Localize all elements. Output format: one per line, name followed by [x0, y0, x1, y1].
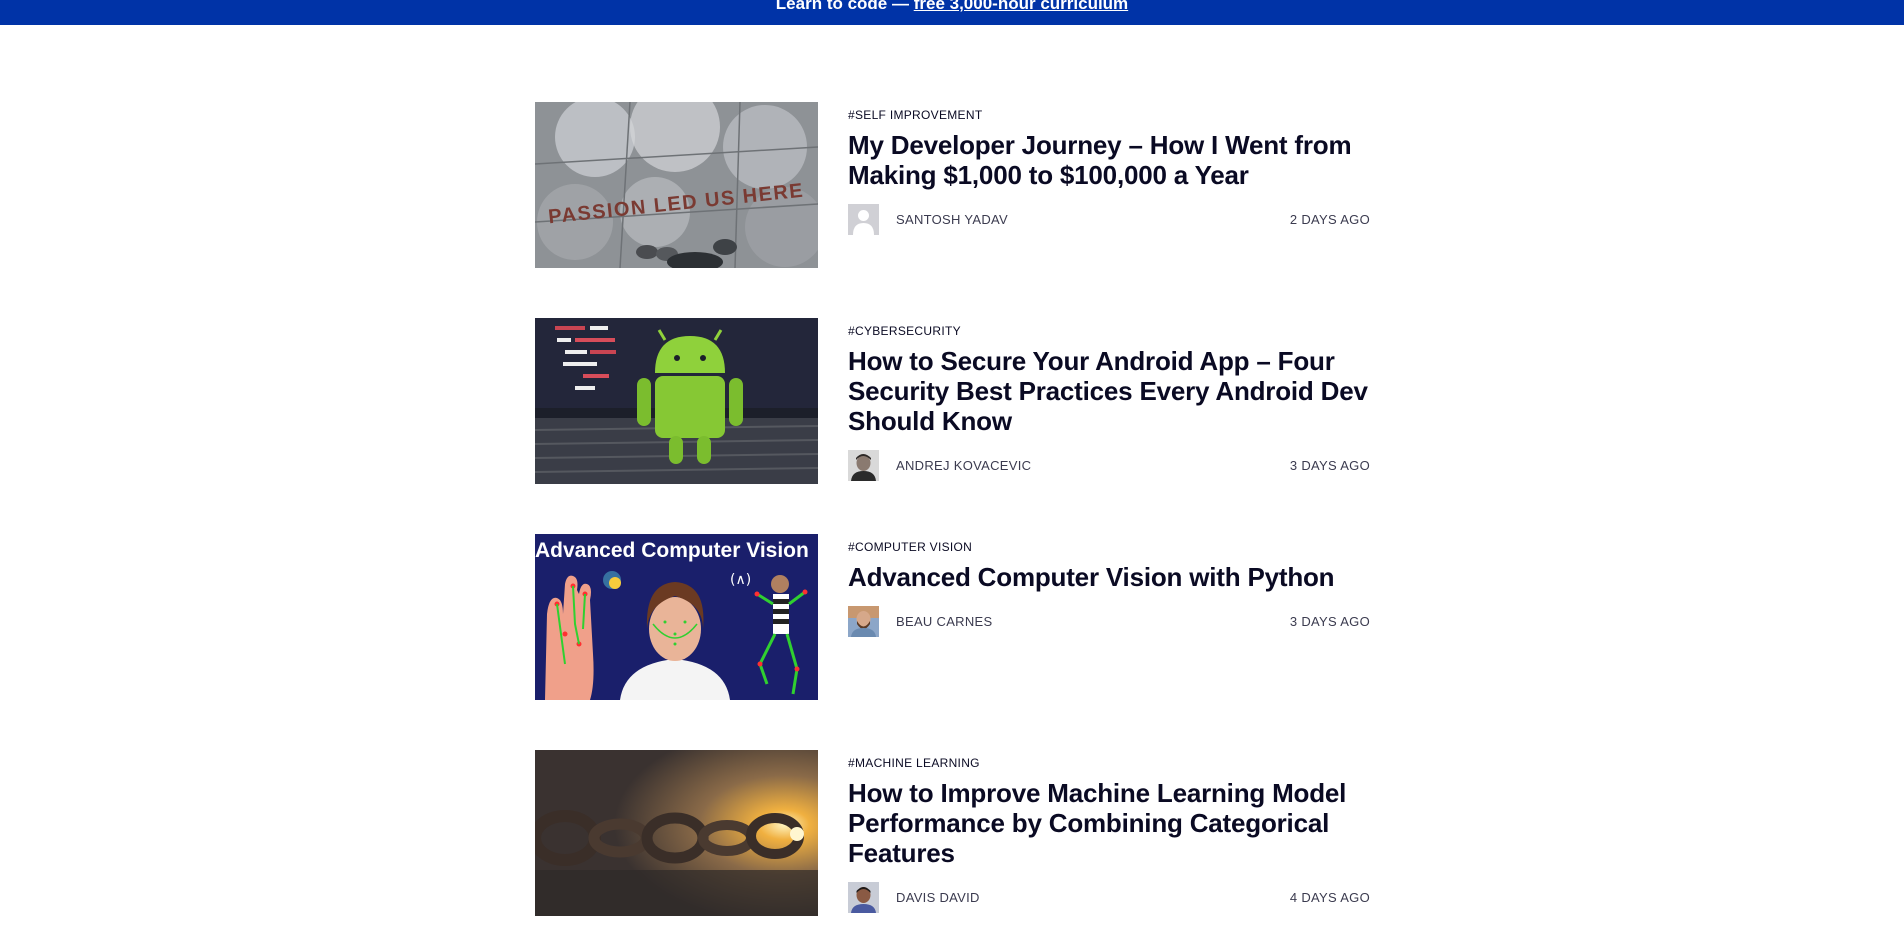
svg-text:Advanced Computer Vision: Advanced Computer Vision: [535, 539, 809, 562]
author-avatar[interactable]: [848, 881, 879, 913]
post-time: 3 DAYS AGO: [1289, 614, 1370, 629]
post-tag[interactable]: #COMPUTER VISION: [848, 540, 1370, 554]
author-avatar[interactable]: [848, 449, 879, 481]
author-name[interactable]: DAVIS DAVID: [896, 890, 980, 905]
post-thumbnail[interactable]: [535, 750, 818, 916]
post-meta: ANDREJ KOVACEVIC 3 DAYS AGO: [848, 449, 1370, 481]
android-image: [535, 318, 818, 484]
passion-image: PASSION LED US HERE: [535, 102, 818, 268]
author-name[interactable]: BEAU CARNES: [896, 614, 993, 629]
computer-vision-image: Advanced Computer Vision (∧): [535, 534, 818, 700]
post-thumbnail[interactable]: PASSION LED US HERE: [535, 102, 818, 268]
post-time: 3 DAYS AGO: [1289, 458, 1370, 473]
post-meta: SANTOSH YADAV 2 DAYS AGO: [848, 203, 1370, 235]
author-name[interactable]: ANDREJ KOVACEVIC: [896, 458, 1031, 473]
post-title[interactable]: How to Secure Your Android App – Four Se…: [848, 346, 1370, 436]
announcement-banner: Learn to code — free 3,000-hour curricul…: [0, 0, 1904, 25]
post-title[interactable]: Advanced Computer Vision with Python: [848, 562, 1370, 592]
curriculum-link[interactable]: free 3,000-hour curriculum: [914, 0, 1128, 13]
post-meta: DAVIS DAVID 4 DAYS AGO: [848, 881, 1370, 913]
post-time: 4 DAYS AGO: [1289, 890, 1370, 905]
post-meta: BEAU CARNES 3 DAYS AGO: [848, 605, 1370, 637]
post-tag[interactable]: #CYBERSECURITY: [848, 324, 1370, 338]
post-time: 2 DAYS AGO: [1289, 212, 1370, 227]
post-title[interactable]: How to Improve Machine Learning Model Pe…: [848, 778, 1370, 868]
author-avatar[interactable]: [848, 203, 879, 235]
svg-text:(∧): (∧): [730, 572, 751, 588]
banner-text: Learn to code —: [775, 0, 909, 13]
post-thumbnail[interactable]: [535, 318, 818, 484]
post-title[interactable]: My Developer Journey – How I Went from M…: [848, 130, 1370, 190]
author-name[interactable]: SANTOSH YADAV: [896, 212, 1008, 227]
author-avatar[interactable]: [848, 605, 879, 637]
post-thumbnail[interactable]: Advanced Computer Vision (∧): [535, 534, 818, 700]
post-tag[interactable]: #SELF IMPROVEMENT: [848, 108, 1370, 122]
post-tag[interactable]: #MACHINE LEARNING: [848, 756, 1370, 770]
chain-image: [535, 750, 818, 916]
